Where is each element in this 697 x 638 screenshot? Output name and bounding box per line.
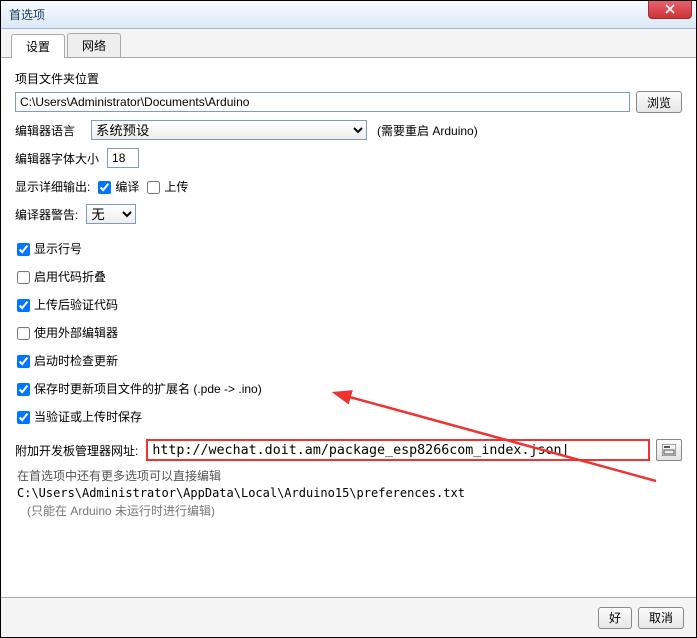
browse-button[interactable]: 浏览 <box>636 91 682 113</box>
verbose-upload-checkbox[interactable] <box>147 181 160 194</box>
preferences-path: C:\Users\Administrator\AppData\Local\Ard… <box>17 486 682 500</box>
verbose-upload-label: 上传 <box>164 178 188 195</box>
compiler-warnings-select[interactable]: 无 <box>86 204 136 224</box>
close-icon <box>665 4 675 14</box>
tab-settings[interactable]: 设置 <box>11 34 65 58</box>
more-prefs-hint: 在首选项中还有更多选项可以直接编辑 <box>17 467 682 484</box>
edit-note: (只能在 Arduino 未运行时进行编辑) <box>27 502 682 519</box>
compiler-warnings-label: 编译器警告: <box>15 206 78 223</box>
editor-language-label: 编辑器语言 <box>15 122 75 139</box>
check-updates-checkbox[interactable] <box>17 355 30 368</box>
check-updates-label: 启动时检查更新 <box>34 352 118 369</box>
update-extension-label: 保存时更新项目文件的扩展名 (.pde -> .ino) <box>34 380 262 397</box>
editor-language-select[interactable]: 系统预设 <box>91 120 367 140</box>
verify-after-upload-label: 上传后验证代码 <box>34 296 118 313</box>
save-on-verify-checkbox[interactable] <box>17 411 30 424</box>
tab-network[interactable]: 网络 <box>67 33 121 57</box>
verbose-output-label: 显示详细输出: <box>15 178 90 195</box>
boards-url-expand-button[interactable] <box>656 439 682 461</box>
close-button[interactable] <box>648 0 692 19</box>
external-editor-checkbox[interactable] <box>17 327 30 340</box>
restart-required-note: (需要重启 Arduino) <box>377 122 478 139</box>
ok-button[interactable]: 好 <box>598 607 632 629</box>
linenumbers-checkbox[interactable] <box>17 243 30 256</box>
update-extension-checkbox[interactable] <box>17 383 30 396</box>
verbose-compile-checkbox[interactable] <box>98 181 111 194</box>
codefolding-checkbox[interactable] <box>17 271 30 284</box>
external-editor-label: 使用外部编辑器 <box>34 324 118 341</box>
cancel-button[interactable]: 取消 <box>638 607 684 629</box>
window-title: 首选项 <box>9 6 45 23</box>
linenumbers-label: 显示行号 <box>34 240 82 257</box>
window-list-icon <box>662 444 676 456</box>
sketchbook-location-label: 项目文件夹位置 <box>15 70 682 87</box>
codefolding-label: 启用代码折叠 <box>34 268 106 285</box>
sketchbook-location-input[interactable] <box>15 92 630 112</box>
verbose-compile-label: 编译 <box>115 178 139 195</box>
boards-url-input[interactable] <box>146 439 650 461</box>
verify-after-upload-checkbox[interactable] <box>17 299 30 312</box>
font-size-input[interactable] <box>107 148 139 168</box>
font-size-label: 编辑器字体大小 <box>15 150 99 167</box>
save-on-verify-label: 当验证或上传时保存 <box>34 408 142 425</box>
boards-url-label: 附加开发板管理器网址: <box>15 442 138 459</box>
